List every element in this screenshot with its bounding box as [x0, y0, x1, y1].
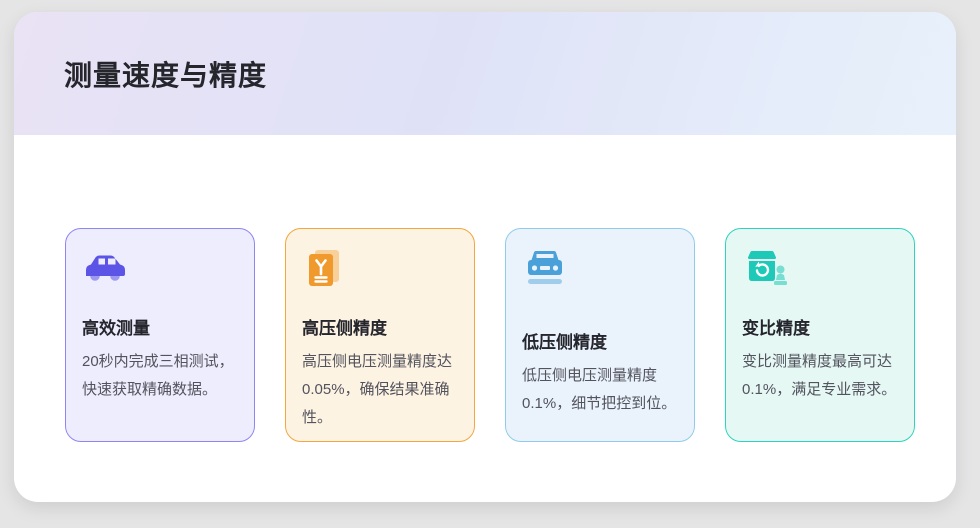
feature-card-efficiency: 高效测量 20秒内完成三相测试，快速获取精确数据。 — [65, 228, 255, 442]
page-title: 测量速度与精度 — [64, 54, 267, 94]
card-description: 低压侧电压测量精度0.1%，细节把控到位。 — [522, 362, 678, 418]
card-title: 高效测量 — [82, 314, 238, 339]
card-title: 变比精度 — [742, 314, 898, 339]
card-description: 高压侧电压测量精度达0.05%，确保结果准确性。 — [302, 348, 458, 432]
feature-card-hv-precision: 高压侧精度 高压侧电压测量精度达0.05%，确保结果准确性。 — [285, 228, 475, 442]
card-title: 高压侧精度 — [302, 314, 458, 339]
card-title: 低压侧精度 — [522, 328, 678, 353]
ledger-yen-icon — [302, 248, 348, 288]
card-description: 20秒内完成三相测试，快速获取精确数据。 — [82, 348, 238, 404]
page-container: 测量速度与精度 高效测量 20秒内完成三相测试，快速获取精确数据。 高压侧精度 — [14, 12, 956, 502]
hero-header: 测量速度与精度 — [14, 12, 956, 135]
car-side-icon — [82, 248, 128, 288]
feature-card-ratio-precision: 变比精度 变比测量精度最高可达0.1%，满足专业需求。 — [725, 228, 915, 442]
car-front-icon — [522, 248, 568, 288]
package-return-icon — [742, 248, 788, 288]
card-description: 变比测量精度最高可达0.1%，满足专业需求。 — [742, 348, 898, 404]
feature-card-lv-precision: 低压侧精度 低压侧电压测量精度0.1%，细节把控到位。 — [505, 228, 695, 442]
cards-row: 高效测量 20秒内完成三相测试，快速获取精确数据。 高压侧精度 高压侧电压测量精… — [14, 135, 956, 442]
